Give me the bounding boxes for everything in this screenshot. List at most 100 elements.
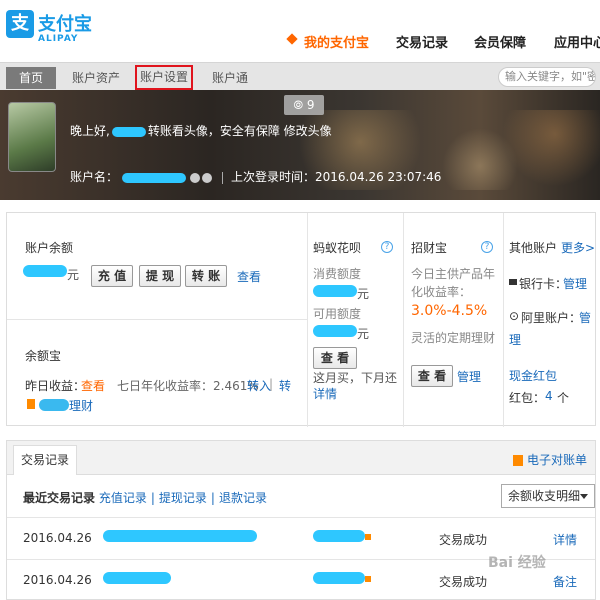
filter-recharge[interactable]: 充值记录 xyxy=(99,491,147,505)
hongbao-count[interactable]: 4 xyxy=(545,389,553,403)
help-icon[interactable]: ? xyxy=(381,241,393,253)
tx-type-select[interactable]: 余额收支明细 xyxy=(501,484,595,508)
hongbao-label: 红包： xyxy=(509,391,546,405)
blurred-description xyxy=(103,530,257,542)
subnav-settings[interactable]: 账户设置 xyxy=(135,65,193,90)
sub-nav: 首页 账户资产 账户设置 账户通 输入关键字，如"密 xyxy=(0,62,600,90)
bank-manage-link[interactable]: 管理 xyxy=(563,275,587,292)
nav-my-alipay[interactable]: 我的支付宝 xyxy=(304,32,369,51)
last-login: 上次登录时间：2016.04.26 23:07:46 xyxy=(231,170,442,184)
withdraw-button[interactable]: 提 现 xyxy=(139,265,181,287)
transfer-out-link[interactable]: 转 xyxy=(279,377,291,394)
huabei-detail-link[interactable]: 详情 xyxy=(313,385,337,402)
logo-text-cn: 支付宝 xyxy=(38,14,92,35)
bill-icon xyxy=(512,455,523,466)
transfer-button[interactable]: 转 账 xyxy=(185,265,227,287)
zhaocai-desc3: 灵活的定期理财 xyxy=(411,331,496,345)
e-bill-link[interactable]: 电子对账单 xyxy=(512,451,587,468)
divider: | xyxy=(150,491,155,505)
yuebao-title: 余额宝 xyxy=(25,349,62,363)
tx-date: 2016.04.26 xyxy=(23,531,92,545)
yesterday-label: 昨日收益： xyxy=(25,379,86,393)
other-accounts-title: 其他账户 xyxy=(509,241,558,255)
tx-status: 交易成功 xyxy=(439,533,488,547)
hongbao-unit: 个 xyxy=(557,391,570,405)
huabei-view-button[interactable]: 查 看 xyxy=(313,347,357,369)
nav-app-center[interactable]: 应用中心 xyxy=(554,32,600,51)
user-icon[interactable] xyxy=(190,172,201,183)
yesterday-view-link[interactable]: 查看 xyxy=(81,377,105,394)
nav-transactions[interactable]: 交易记录 xyxy=(396,32,448,51)
subnav-home[interactable]: 首页 xyxy=(6,67,56,89)
finance-icon xyxy=(27,399,35,409)
top-header: 支 支付宝 ALIPAY 我的支付宝 交易记录 会员保障 应用中心 xyxy=(0,0,600,62)
consume-label: 消费额度 xyxy=(313,267,362,281)
zhaocai-manage-link[interactable]: 管理 xyxy=(457,368,481,385)
account-line: 账户名： 上次登录时间：2016.04.26 23:07:46 xyxy=(70,168,441,185)
divider xyxy=(403,213,404,427)
available-label: 可用额度 xyxy=(313,307,362,321)
tx-tag-icon xyxy=(365,534,371,540)
nav-member-protection[interactable]: 会员保障 xyxy=(474,32,526,51)
e-bill-label: 电子对账单 xyxy=(526,453,587,467)
divider xyxy=(503,213,504,427)
subnav-assets[interactable]: 账户资产 xyxy=(66,68,126,88)
tx-tag-icon xyxy=(365,576,371,582)
ali-account-label: 阿里账户： xyxy=(521,311,582,325)
greeting-line: 晚上好, 转账看头像，安全有保障 修改头像 xyxy=(70,122,332,139)
account-name-label: 账户名： xyxy=(70,170,119,184)
ali-manage-link[interactable]: 管 xyxy=(579,309,591,326)
active-nav-bullet-icon xyxy=(286,33,298,45)
filter-refund[interactable]: 退款记录 xyxy=(219,491,267,505)
finance-link[interactable]: 理财 xyxy=(69,397,93,414)
alipay-logo-icon: 支 xyxy=(6,10,34,38)
tx-tab-bar: 交易记录 电子对账单 xyxy=(7,441,595,475)
zhaocai-view-button[interactable]: 查 看 xyxy=(411,365,453,387)
table-row[interactable]: 2016.04.26 交易成功 详情 xyxy=(7,517,595,557)
blurred-balance xyxy=(23,265,67,277)
account-panels: 账户余额 元 充 值 提 现 转 账 查看 余额宝 昨日收益： 查看 七日年化收… xyxy=(6,212,596,427)
chevron-down-icon xyxy=(580,494,588,499)
zhaocai-rate: 3.0%-4.5% xyxy=(411,303,488,319)
avatar[interactable] xyxy=(8,102,56,172)
blurred-description xyxy=(103,572,171,584)
tx-filters: 最近交易记录 充值记录 | 提现记录 | 退款记录 xyxy=(23,489,267,506)
balance-unit: 元 xyxy=(67,268,80,282)
bank-card-icon xyxy=(509,279,517,285)
transaction-section: 交易记录 电子对账单 最近交易记录 充值记录 | 提现记录 | 退款记录 余额收支明细 … xyxy=(6,440,596,600)
tx-note-link[interactable]: 备注 xyxy=(553,573,577,590)
huabei-note: 这月买，下月还 xyxy=(313,371,398,385)
phone-icon[interactable] xyxy=(202,172,213,183)
help-icon[interactable]: ? xyxy=(481,241,493,253)
tab-transactions[interactable]: 交易记录 xyxy=(13,445,77,475)
blurred-account xyxy=(122,172,187,183)
zhaocai-desc2: 化收益率： xyxy=(411,285,472,299)
ali-manage-link-wrap[interactable]: 理 xyxy=(509,331,521,348)
greeting-suffix[interactable]: 转账看头像，安全有保障 修改头像 xyxy=(148,124,332,138)
yuebao-rate: 七日年化收益率：2.461% xyxy=(117,379,259,393)
cash-hongbao-link[interactable]: 现金红包 xyxy=(509,367,557,384)
zhaocai-title: 招财宝 xyxy=(411,241,448,255)
huabei-title: 蚂蚁花呗 xyxy=(313,241,362,255)
filter-withdraw[interactable]: 提现记录 xyxy=(159,491,207,505)
search-input[interactable]: 输入关键字，如"密 xyxy=(498,67,596,87)
tx-date: 2016.04.26 xyxy=(23,573,92,587)
balance-view-link[interactable]: 查看 xyxy=(237,268,261,285)
greeting-prefix: 晚上好, xyxy=(70,124,110,138)
baidu-watermark: Bai 经验 xyxy=(488,555,546,571)
blurred-amount xyxy=(313,530,365,542)
filter-recent[interactable]: 最近交易记录 xyxy=(23,491,95,505)
transfer-in-link[interactable]: 转入 xyxy=(247,377,271,394)
message-icon: ⦾ xyxy=(293,98,304,112)
more-link[interactable]: 更多> xyxy=(561,239,595,256)
subnav-account-tong[interactable]: 账户通 xyxy=(206,68,254,88)
tx-detail-link[interactable]: 详情 xyxy=(553,531,577,548)
message-count-badge[interactable]: ⦾ 9 xyxy=(284,95,324,115)
alipay-logo[interactable]: 支 支付宝 ALIPAY xyxy=(6,10,106,50)
blurred-name xyxy=(111,126,146,137)
zhaocai-desc1: 今日主供产品年 xyxy=(411,267,496,281)
divider xyxy=(222,171,224,184)
recharge-button[interactable]: 充 值 xyxy=(91,265,133,287)
divider: | xyxy=(210,491,215,505)
divider xyxy=(7,319,307,320)
